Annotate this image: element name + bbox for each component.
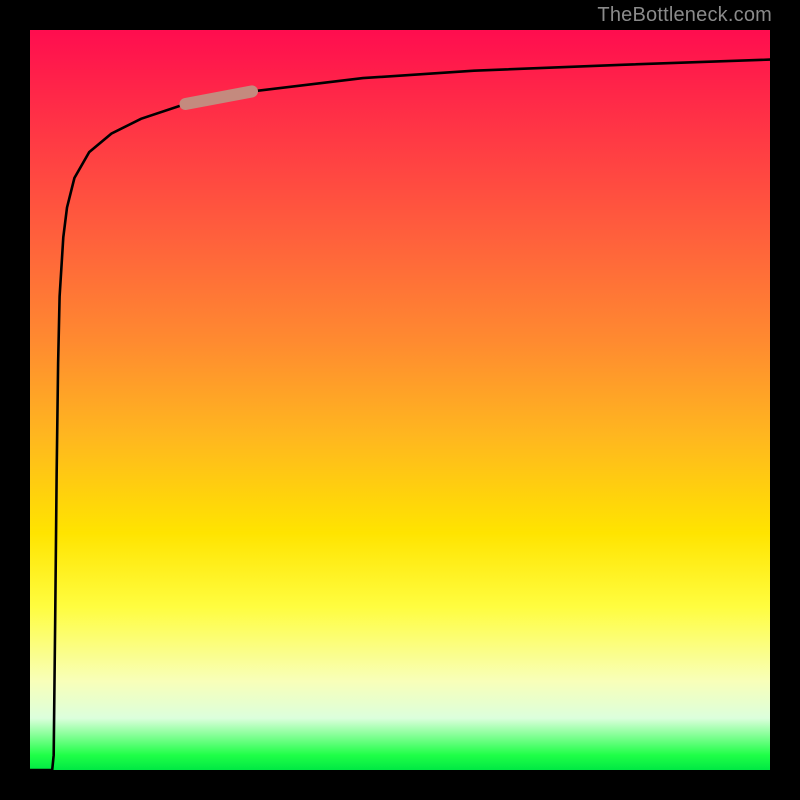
plot-area <box>30 30 770 770</box>
highlight-segment <box>185 91 252 104</box>
curve-path <box>30 60 770 770</box>
curve-svg <box>30 30 770 770</box>
watermark-text: TheBottleneck.com <box>597 4 772 27</box>
chart-stage: TheBottleneck.com <box>0 0 800 800</box>
